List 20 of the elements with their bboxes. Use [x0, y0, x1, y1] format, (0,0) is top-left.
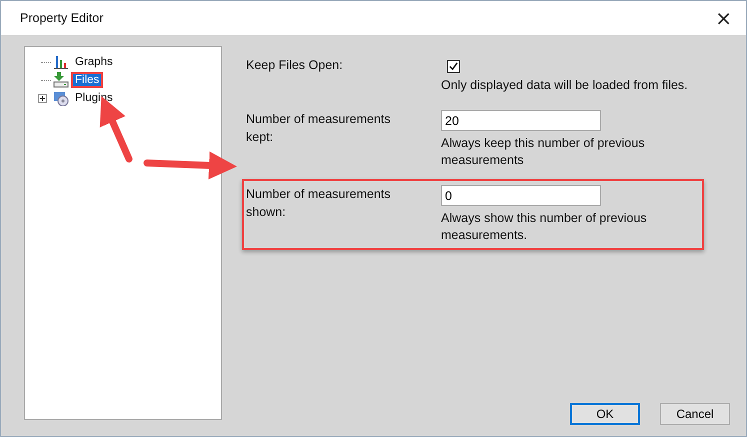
field-description: Only displayed data will be loaded from files. [441, 77, 689, 94]
input-field[interactable]: 0 [441, 185, 601, 206]
field-label: Number of measurements shown: [246, 186, 392, 221]
field-label: Keep Files Open: [246, 57, 344, 74]
tree-item[interactable]: Files [71, 72, 104, 88]
input-field[interactable]: 20 [441, 110, 601, 131]
field-description: Always keep this number of previous measurements [441, 135, 646, 169]
tree-item[interactable]: Plugins [71, 90, 117, 106]
close-button[interactable]: × [709, 6, 738, 30]
field-label: Number of measurements kept: [246, 111, 392, 146]
cancel-button[interactable]: Cancel [660, 403, 730, 425]
field-description: Always show this number of previous measurements. [441, 210, 648, 244]
bar-chart-icon [53, 54, 69, 70]
ok-button[interactable]: OK [570, 403, 640, 425]
download-drive-icon [53, 72, 69, 88]
tree-item[interactable]: Graphs [71, 54, 117, 70]
expand-icon[interactable] [38, 94, 46, 102]
disc-icon [53, 90, 69, 106]
checkbox[interactable] [447, 60, 460, 73]
window-title: Property Editor [20, 11, 104, 25]
